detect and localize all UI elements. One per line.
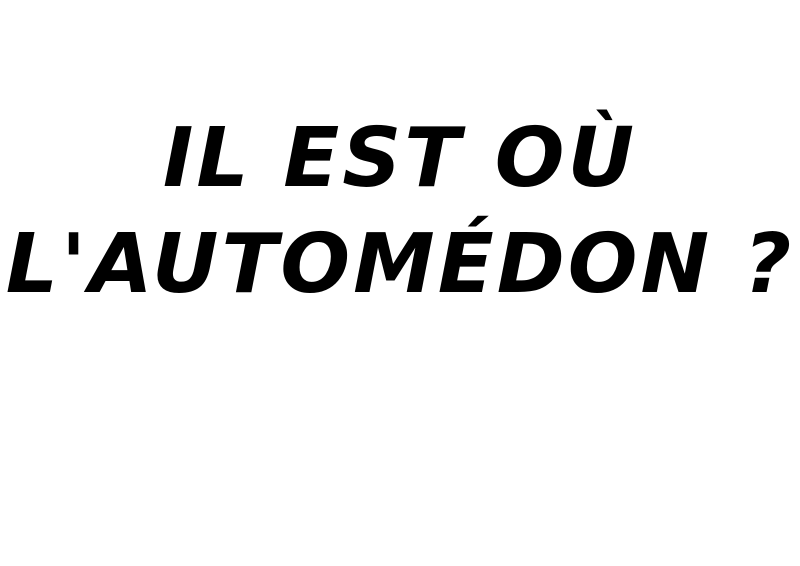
headline-line-1: IL EST OÙ — [162, 111, 638, 206]
headline-line-2: L'AUTOMÉDON ? — [5, 217, 795, 312]
page-canvas: IL EST OÙ L'AUTOMÉDON ? — [0, 0, 800, 566]
